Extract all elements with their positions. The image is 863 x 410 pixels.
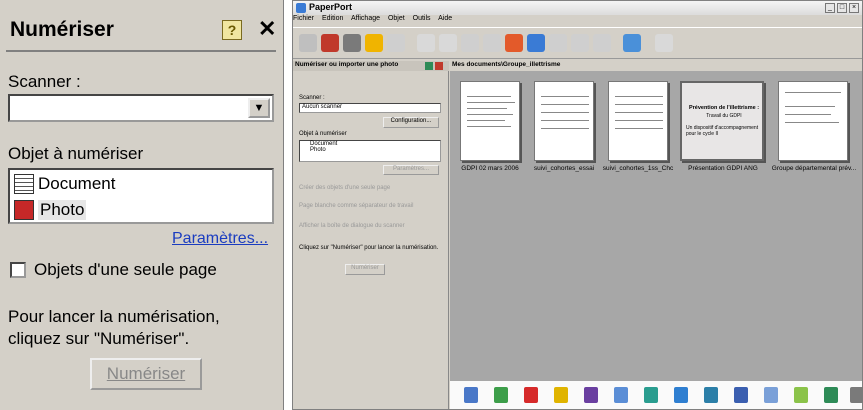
scanner-label: Scanner : [299, 95, 325, 101]
app-icon-8[interactable] [674, 387, 688, 403]
instruction-text: Pour lancer la numérisation, cliquez sur… [8, 307, 220, 348]
document-area: Mes documents\Groupe_illettrisme GDPI 02… [450, 61, 862, 381]
panel-header: Numériser ? ✕ [6, 6, 276, 52]
slide-title: Prévention de l'illettrisme : [688, 105, 760, 111]
instruction-text: Cliquez sur "Numériser" pour lancer la n… [299, 245, 439, 251]
maximize-button[interactable]: □ [837, 3, 847, 13]
send-to-bar [450, 381, 863, 409]
single-page-checkbox[interactable] [10, 262, 26, 278]
pane-title: Numériser ou importer une photo [293, 61, 449, 71]
params-button[interactable]: Paramètres... [383, 165, 439, 175]
scan-pane: Numériser ou importer une photo Scanner … [293, 61, 449, 409]
thumbnail-5[interactable] [778, 81, 848, 161]
app-icon-2[interactable] [494, 387, 508, 403]
menu-fichier[interactable]: Fichier [293, 15, 314, 22]
menu-affichage[interactable]: Affichage [351, 15, 380, 22]
list-item-photo[interactable]: Photo [14, 198, 87, 222]
thumbnails-icon[interactable] [623, 34, 641, 52]
option-single-page[interactable]: Créer des objets d'une seule page [299, 185, 390, 191]
option-blank-separator[interactable]: Page blanche comme séparateur de travail [299, 203, 439, 209]
list-item-document[interactable]: Document [14, 172, 115, 196]
menu-aide[interactable]: Aide [438, 15, 452, 22]
config-button[interactable]: Configuration... [383, 117, 439, 128]
breadcrumb: Mes documents\Groupe_illettrisme [450, 61, 862, 71]
thumbnail-4[interactable]: Prévention de l'illettrisme : Travail du… [680, 81, 764, 161]
thumbnail-caption: Présentation GDPI ANG [688, 165, 758, 172]
folders-icon[interactable] [299, 34, 317, 52]
app-icon-11[interactable] [764, 387, 778, 403]
thumbnail-caption: suivi_cohortes_1ss_Chc [602, 165, 674, 172]
folder-icon[interactable] [365, 34, 383, 52]
pdf-icon[interactable] [524, 387, 538, 403]
undo-icon[interactable] [483, 34, 501, 52]
ftp-icon[interactable] [704, 387, 718, 403]
list-item-photo[interactable]: Photo [300, 147, 440, 153]
object-label: Objet à numériser [299, 131, 347, 137]
thumbnail-2[interactable] [534, 81, 594, 161]
close-icon[interactable] [435, 62, 443, 70]
app-icon-1[interactable] [464, 387, 478, 403]
object-label: Objet à numériser [8, 144, 144, 163]
slide-subtitle: Travail du GDPI [706, 113, 742, 119]
thumbnail-caption: Groupe départemental prév... [771, 165, 857, 172]
help-icon[interactable] [425, 62, 433, 70]
app-icon-4[interactable] [554, 387, 568, 403]
thumbnail-1[interactable] [460, 81, 520, 161]
rotate-icon[interactable] [593, 34, 611, 52]
stack-icon[interactable] [549, 34, 567, 52]
copy-icon[interactable] [417, 34, 435, 52]
app-icon-10[interactable] [734, 387, 748, 403]
paste-icon[interactable] [439, 34, 457, 52]
edit-icon[interactable] [527, 34, 545, 52]
title-bar: PaperPort _ □ × [293, 1, 862, 15]
app-icon-14[interactable] [850, 387, 863, 403]
window-title: PaperPort [309, 2, 353, 12]
menu-objet[interactable]: Objet [388, 15, 405, 22]
chevron-down-icon[interactable]: ▼ [248, 98, 270, 118]
paperport-window: PaperPort _ □ × Fichier Edition Affichag… [292, 0, 863, 410]
scanner-dropdown[interactable]: ▼ [8, 94, 274, 122]
view-icon[interactable] [505, 34, 523, 52]
menu-bar: Fichier Edition Affichage Objet Outils A… [293, 15, 862, 27]
toolbar [293, 27, 862, 59]
close-button[interactable]: × [849, 3, 859, 13]
panel-title: Numériser [10, 18, 114, 41]
object-list[interactable]: Document Photo [8, 168, 274, 224]
scan-button[interactable]: Numériser [90, 358, 202, 390]
list-item-label: Document [38, 174, 116, 193]
list-item-label: Photo [38, 200, 87, 220]
thumbnail-3[interactable] [608, 81, 668, 161]
transfer-icon[interactable] [343, 34, 361, 52]
thumbnail-caption: GDPI 02 mars 2006 [461, 165, 519, 172]
single-page-label: Objets d'une seule page [34, 260, 217, 279]
app-icon-5[interactable] [584, 387, 598, 403]
scanner-label: Scanner : [8, 72, 81, 91]
scan-icon[interactable] [321, 34, 339, 52]
app-icon-12[interactable] [794, 387, 808, 403]
close-icon[interactable]: ✕ [258, 16, 276, 42]
page-view-icon[interactable] [655, 34, 673, 52]
menu-outils[interactable]: Outils [413, 15, 431, 22]
menu-edition[interactable]: Edition [322, 15, 343, 22]
unstack-icon[interactable] [571, 34, 589, 52]
object-list[interactable]: Document Photo [299, 140, 441, 162]
back-icon[interactable] [387, 34, 405, 52]
scanner-dropdown[interactable]: Aucun scanner [299, 103, 441, 113]
thumbnail-caption: suivi_cohortes_essai [533, 165, 595, 172]
app-icon-6[interactable] [614, 387, 628, 403]
app-icon [296, 3, 306, 13]
minimize-button[interactable]: _ [825, 3, 835, 13]
excel-icon[interactable] [824, 387, 838, 403]
params-link[interactable]: Paramètres... [172, 230, 268, 248]
document-icon [14, 174, 34, 194]
delete-icon[interactable] [461, 34, 479, 52]
slide-body: Un dispositif d'accompagnement pour le c… [686, 125, 759, 137]
app-icon-7[interactable] [644, 387, 658, 403]
photo-icon [14, 200, 34, 220]
scan-panel-zoomed: Numériser ? ✕ Scanner : ▼ Objet à numéri… [0, 0, 284, 410]
help-icon[interactable]: ? [222, 20, 242, 40]
scan-button[interactable]: Numériser [345, 264, 385, 275]
option-scanner-dialog[interactable]: Afficher la boîte de dialogue du scanner [299, 223, 439, 229]
